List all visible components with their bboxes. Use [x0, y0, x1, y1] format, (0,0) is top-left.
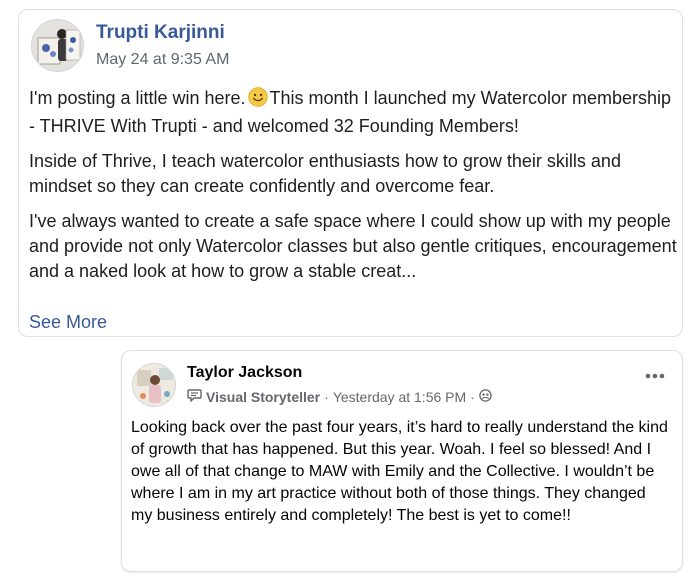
avatar[interactable]	[132, 363, 176, 407]
post-paragraph-1-start: I'm posting a little win here.	[29, 88, 246, 108]
post-meta: Visual Storyteller · Yesterday at 1:56 P…	[187, 388, 492, 405]
avatar[interactable]	[31, 19, 84, 72]
smiley-face-icon	[247, 87, 268, 114]
post-timestamp[interactable]: May 24 at 9:35 AM	[96, 51, 229, 69]
post-author-name[interactable]: Taylor Jackson	[187, 364, 302, 382]
group-icon[interactable]	[479, 388, 492, 405]
see-more-link[interactable]: See More	[29, 312, 107, 333]
post-body: I'm posting a little win here. This month…	[29, 86, 677, 294]
post-timestamp[interactable]: Yesterday at 1:56 PM	[333, 389, 466, 405]
post-paragraph-2: Inside of Thrive, I teach watercolor ent…	[29, 151, 621, 196]
chat-bubble-icon	[187, 388, 202, 405]
avatar-photo	[133, 364, 175, 406]
member-badge-label[interactable]: Visual Storyteller	[206, 389, 320, 405]
post-body: Looking back over the past four years, i…	[131, 419, 668, 524]
avatar-photo	[32, 20, 83, 71]
post-paragraph-1: I'm posting a little win here. This month…	[29, 86, 677, 139]
post-author-name[interactable]: Trupti Karjinni	[96, 22, 225, 44]
post-card-trupti: Trupti Karjinni May 24 at 9:35 AM I'm po…	[18, 9, 683, 337]
post-paragraph-3: I've always wanted to create a safe spac…	[29, 211, 677, 281]
meta-separator: ·	[470, 388, 475, 405]
post-card-taylor: Taylor Jackson Visual Storyteller · Yest…	[121, 350, 683, 572]
meta-separator: ·	[324, 388, 329, 405]
more-options-icon[interactable]	[644, 369, 666, 383]
